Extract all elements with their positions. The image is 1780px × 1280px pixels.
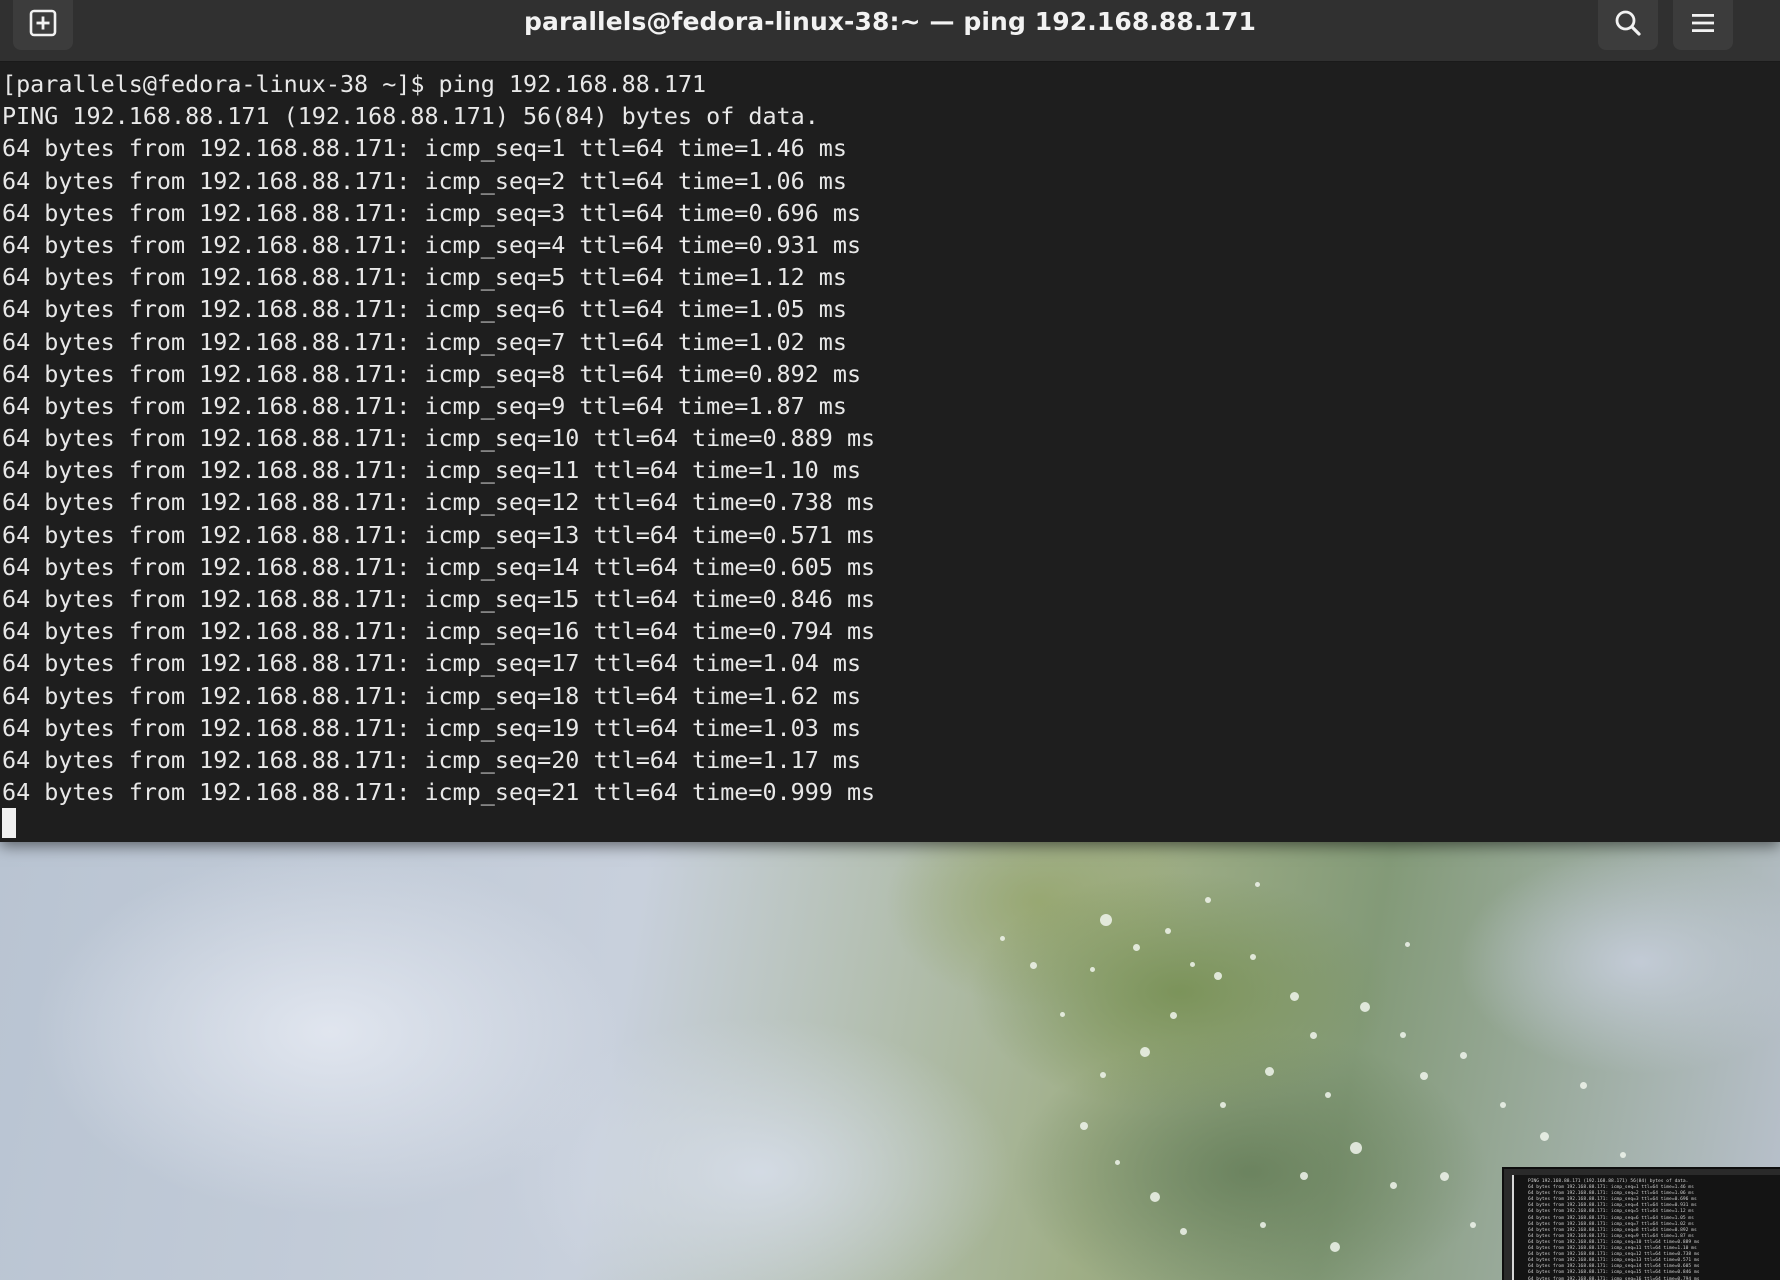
output-line: 64 bytes from 192.168.88.171: icmp_seq=2… bbox=[2, 778, 876, 807]
main-menu-button[interactable] bbox=[1673, 0, 1733, 50]
wallpaper-speckle bbox=[1205, 897, 1211, 903]
cursor-line bbox=[2, 808, 1772, 840]
wallpaper-speckle bbox=[1190, 962, 1195, 967]
wallpaper-speckle bbox=[1000, 936, 1005, 941]
window-headerbar[interactable]: parallels@fedora-linux-38:~ — ping 192.1… bbox=[0, 0, 1780, 62]
command-prompt-line: [parallels@fedora-linux-38 ~]$ ping 192.… bbox=[2, 70, 707, 98]
wallpaper-speckle bbox=[1133, 944, 1140, 951]
output-line: 64 bytes from 192.168.88.171: icmp_seq=9… bbox=[2, 391, 847, 420]
wallpaper-speckle bbox=[1580, 1082, 1587, 1089]
text-cursor bbox=[2, 808, 16, 839]
thumbnail-line: 64 bytes from 192.168.88.171: icmp_seq=8… bbox=[1528, 1227, 1697, 1233]
desktop: parallels@fedora-linux-38:~ — ping 192.1… bbox=[0, 0, 1780, 1280]
hamburger-menu-icon bbox=[1689, 9, 1717, 42]
wallpaper-speckle bbox=[1500, 1102, 1506, 1108]
output-line: 64 bytes from 192.168.88.171: icmp_seq=1… bbox=[2, 552, 876, 581]
output-line: PING 192.168.88.171 (192.168.88.171) 56(… bbox=[2, 102, 819, 131]
search-icon bbox=[1613, 8, 1643, 43]
wallpaper-speckle bbox=[1165, 928, 1171, 934]
wallpaper-speckle bbox=[1260, 1222, 1266, 1228]
wallpaper-speckle bbox=[1080, 1122, 1088, 1130]
wallpaper-speckle bbox=[1250, 954, 1256, 960]
thumbnail-line: 64 bytes from 192.168.88.171: icmp_seq=7… bbox=[1528, 1221, 1694, 1227]
wallpaper-speckle bbox=[1470, 1222, 1476, 1228]
output-line: 64 bytes from 192.168.88.171: icmp_seq=1… bbox=[2, 488, 876, 517]
wallpaper-speckle bbox=[1330, 1242, 1340, 1252]
wallpaper-speckle bbox=[1460, 1052, 1467, 1059]
wallpaper-speckle bbox=[1540, 1132, 1549, 1141]
wallpaper-speckle bbox=[1290, 992, 1299, 1001]
output-line: 64 bytes from 192.168.88.171: icmp_seq=7… bbox=[2, 327, 847, 356]
wallpaper-speckle bbox=[1420, 1072, 1428, 1080]
wallpaper-speckle bbox=[1300, 1172, 1308, 1180]
thumbnail-line: 64 bytes from 192.168.88.171: icmp_seq=1… bbox=[1528, 1276, 1700, 1280]
output-line: 64 bytes from 192.168.88.171: icmp_seq=1… bbox=[2, 456, 862, 485]
wallpaper-speckle bbox=[1405, 942, 1410, 947]
wallpaper-speckle bbox=[1140, 1047, 1150, 1057]
output-line: 64 bytes from 192.168.88.171: icmp_seq=4… bbox=[2, 230, 862, 259]
output-line: 64 bytes from 192.168.88.171: icmp_seq=5… bbox=[2, 263, 847, 292]
window-title: parallels@fedora-linux-38:~ — ping 192.1… bbox=[524, 7, 1256, 36]
output-line: 64 bytes from 192.168.88.171: icmp_seq=1… bbox=[2, 424, 876, 453]
window-thumbnail-preview[interactable]: PING 192.168.88.171 (192.168.88.171) 56(… bbox=[1502, 1167, 1780, 1280]
wallpaper-speckle bbox=[1115, 1160, 1120, 1165]
output-line: 64 bytes from 192.168.88.171: icmp_seq=1… bbox=[2, 713, 862, 742]
output-line: 64 bytes from 192.168.88.171: icmp_seq=2… bbox=[2, 166, 847, 195]
output-line: 64 bytes from 192.168.88.171: icmp_seq=8… bbox=[2, 359, 862, 388]
wallpaper-speckle bbox=[1100, 1072, 1106, 1078]
wallpaper-speckle bbox=[1400, 1032, 1406, 1038]
wallpaper-speckle bbox=[1310, 1032, 1317, 1039]
thumbnail-terminal-content: PING 192.168.88.171 (192.168.88.171) 56(… bbox=[1512, 1175, 1780, 1280]
wallpaper-speckle bbox=[1214, 972, 1222, 980]
wallpaper-speckle bbox=[1620, 1152, 1626, 1158]
wallpaper-speckle bbox=[1150, 1192, 1160, 1202]
wallpaper-speckle bbox=[1060, 1012, 1065, 1017]
wallpaper-speckle bbox=[1170, 1012, 1177, 1019]
terminal-output[interactable]: [parallels@fedora-linux-38 ~]$ ping 192.… bbox=[2, 68, 1772, 840]
wallpaper-speckle bbox=[1440, 1172, 1449, 1181]
wallpaper-speckle bbox=[1360, 1002, 1370, 1012]
wallpaper-speckle bbox=[1090, 967, 1095, 972]
thumbnail-line: 64 bytes from 192.168.88.171: icmp_seq=6… bbox=[1528, 1215, 1694, 1221]
wallpaper-speckle bbox=[1220, 1102, 1226, 1108]
output-line: 64 bytes from 192.168.88.171: icmp_seq=3… bbox=[2, 198, 862, 227]
output-line: 64 bytes from 192.168.88.171: icmp_seq=1… bbox=[2, 134, 847, 163]
output-line: 64 bytes from 192.168.88.171: icmp_seq=1… bbox=[2, 520, 876, 549]
wallpaper-speckle bbox=[1255, 882, 1260, 887]
thumbnail-line: 64 bytes from 192.168.88.171: icmp_seq=1… bbox=[1528, 1270, 1700, 1276]
output-line: 64 bytes from 192.168.88.171: icmp_seq=6… bbox=[2, 295, 847, 324]
output-line: 64 bytes from 192.168.88.171: icmp_seq=1… bbox=[2, 681, 862, 710]
output-line: 64 bytes from 192.168.88.171: icmp_seq=1… bbox=[2, 649, 862, 678]
output-line: 64 bytes from 192.168.88.171: icmp_seq=1… bbox=[2, 585, 876, 613]
wallpaper-speckle bbox=[1030, 962, 1037, 969]
wallpaper-speckle bbox=[1265, 1067, 1274, 1076]
wallpaper-speckle bbox=[1350, 1142, 1362, 1154]
search-button[interactable] bbox=[1598, 0, 1658, 50]
terminal-window[interactable]: parallels@fedora-linux-38:~ — ping 192.1… bbox=[0, 0, 1780, 842]
wallpaper-speckle bbox=[1390, 1182, 1397, 1189]
wallpaper-speckle bbox=[1100, 914, 1112, 926]
wallpaper-speckle bbox=[1325, 1092, 1331, 1098]
output-line: 64 bytes from 192.168.88.171: icmp_seq=1… bbox=[2, 617, 876, 646]
thumbnail-line: 64 bytes from 192.168.88.171: icmp_seq=5… bbox=[1528, 1209, 1694, 1215]
output-line: 64 bytes from 192.168.88.171: icmp_seq=2… bbox=[2, 745, 862, 774]
wallpaper-speckle bbox=[1180, 1228, 1187, 1235]
